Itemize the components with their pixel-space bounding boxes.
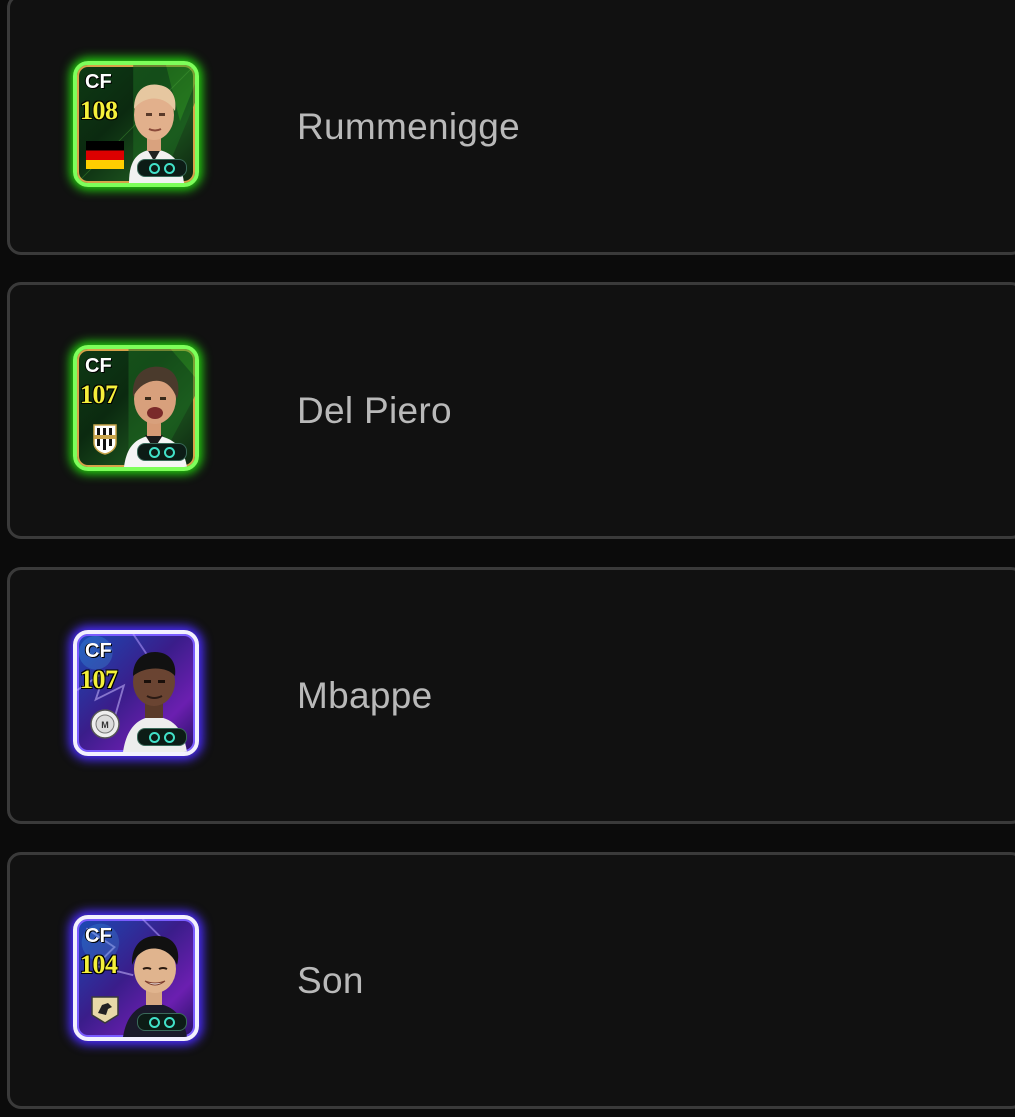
player-name: Del Piero <box>297 389 452 431</box>
card-rating: 108 <box>80 96 118 125</box>
player-row-del-piero[interactable]: CF 107 Del Piero <box>7 282 1015 539</box>
badge-icon <box>149 731 160 743</box>
skill-badges <box>137 728 187 746</box>
club-crest-icon <box>91 996 119 1024</box>
player-row-rummenigge[interactable]: CF 108 Rummenigge <box>7 0 1015 255</box>
skill-badges <box>137 443 187 461</box>
card-rating: 104 <box>80 950 118 979</box>
card-rating: 107 <box>80 665 118 694</box>
player-card[interactable]: CF 108 <box>73 61 199 187</box>
badge-icon <box>164 731 175 743</box>
badge-icon <box>149 162 160 174</box>
club-crest-icon <box>93 424 117 455</box>
player-name: Son <box>297 959 364 1001</box>
player-card[interactable]: CF 107 <box>73 345 199 471</box>
player-name: Rummenigge <box>297 105 521 147</box>
player-row-son[interactable]: CF 104 Son <box>7 852 1015 1109</box>
club-crest-icon: M <box>90 709 120 739</box>
player-card[interactable]: CF 107 M <box>73 630 199 756</box>
card-position: CF <box>85 925 112 947</box>
card-position: CF <box>85 71 112 93</box>
card-position: CF <box>85 355 112 377</box>
badge-icon <box>149 446 160 458</box>
badge-icon <box>164 162 175 174</box>
badge-icon <box>164 1016 175 1028</box>
skill-badges <box>137 1013 187 1031</box>
player-name: Mbappe <box>297 674 433 716</box>
badge-icon <box>149 1016 160 1028</box>
germany-flag-icon <box>86 141 124 169</box>
skill-badges <box>137 159 187 177</box>
player-card[interactable]: CF 104 <box>73 915 199 1041</box>
badge-icon <box>164 446 175 458</box>
svg-text:M: M <box>101 720 109 730</box>
player-row-mbappe[interactable]: CF 107 M Mbappe <box>7 567 1015 824</box>
card-rating: 107 <box>80 380 118 409</box>
card-position: CF <box>85 640 112 662</box>
player-list: CF 108 Rummenigge CF 107 Del Piero CF 10… <box>0 0 1015 1117</box>
